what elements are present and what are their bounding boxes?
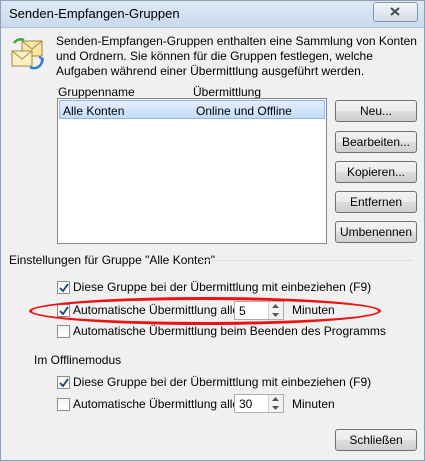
checkmark-icon: [59, 283, 69, 293]
separator: [201, 260, 413, 261]
annotation-ellipse: [29, 297, 381, 325]
group-name-cell: Alle Konten: [63, 104, 125, 118]
close-button[interactable]: Schließen: [335, 429, 417, 451]
checkmark-icon: [59, 378, 69, 388]
offline-auto-send-checkbox[interactable]: [57, 398, 70, 411]
offline-mode-header: Im Offlinemodus: [34, 353, 122, 367]
new-button[interactable]: Neu...: [335, 100, 417, 122]
include-label: Diese Gruppe bei der Übermittlung mit ei…: [73, 280, 372, 294]
list-item[interactable]: Alle Konten Online und Offline: [59, 100, 325, 119]
column-header-name: Gruppenname: [58, 85, 135, 99]
include-checkbox[interactable]: [57, 281, 70, 294]
copy-button[interactable]: Kopieren...: [335, 161, 417, 183]
spin-up-icon: [272, 397, 279, 401]
close-window-button[interactable]: [373, 2, 418, 22]
window-title: Senden-Empfangen-Gruppen: [9, 6, 180, 21]
title-bar[interactable]: Senden-Empfangen-Gruppen: [1, 1, 424, 28]
offline-include-checkbox[interactable]: [57, 376, 70, 389]
edit-button[interactable]: Bearbeiten...: [335, 131, 417, 153]
remove-button[interactable]: Entfernen: [335, 191, 417, 213]
offline-auto-send-label: Automatische Übermittlung alle: [73, 397, 240, 411]
column-header-transfer: Übermittlung: [193, 85, 262, 99]
spin-up-button[interactable]: [269, 395, 283, 403]
send-on-exit-checkbox[interactable]: [57, 325, 70, 338]
group-transfer-cell: Online und Offline: [196, 104, 292, 118]
rename-button[interactable]: Umbenennen: [335, 221, 417, 243]
dialog-window: Senden-Empfangen-Gruppen Senden-Empfange…: [0, 0, 425, 461]
offline-minutes-unit-label: Minuten: [292, 397, 335, 411]
spin-down-icon: [272, 406, 279, 410]
offline-minutes-stepper[interactable]: 30: [234, 394, 284, 413]
close-icon: [390, 7, 400, 16]
group-settings-header: Einstellungen für Gruppe "Alle Konten": [9, 253, 215, 267]
send-receive-icon: [11, 38, 44, 70]
groups-list[interactable]: Alle Konten Online und Offline: [57, 98, 327, 244]
description-text: Senden-Empfangen-Gruppen enthalten eine …: [56, 34, 417, 78]
spin-down-button[interactable]: [269, 404, 283, 412]
offline-include-label: Diese Gruppe bei der Übermittlung mit ei…: [73, 375, 372, 389]
offline-minutes-value[interactable]: 30: [239, 397, 252, 411]
send-on-exit-label: Automatische Übermittlung beim Beenden d…: [73, 324, 386, 338]
